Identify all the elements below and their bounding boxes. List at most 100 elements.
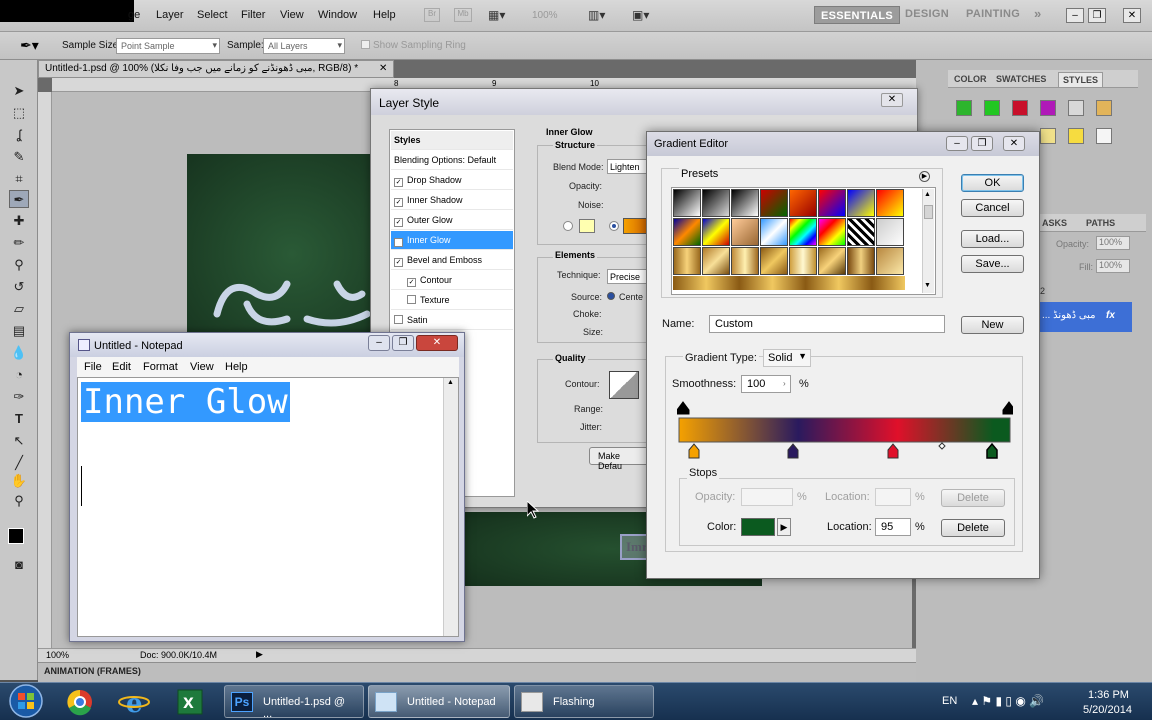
eraser-tool-icon[interactable]: ▱ [9, 300, 29, 318]
style-texture[interactable]: Texture [391, 291, 513, 310]
notepad-menu-help[interactable]: Help [225, 361, 248, 373]
chrome-icon[interactable] [60, 687, 100, 717]
gradient-preset[interactable] [731, 218, 759, 246]
checkbox[interactable]: ✓ [394, 178, 403, 187]
show-ring-checkbox[interactable] [361, 40, 370, 49]
menu-filter[interactable]: Filter [241, 9, 265, 21]
style-inner-shadow[interactable]: ✓ Inner Shadow [391, 191, 513, 210]
gradient-preset[interactable] [731, 247, 759, 275]
gradient-preset[interactable] [876, 189, 904, 217]
notepad-maximize-button[interactable]: ❐ [392, 335, 414, 351]
pen-tool-icon[interactable]: ✑ [9, 388, 29, 406]
gradient-preset[interactable] [818, 247, 846, 275]
gradient-preset[interactable] [847, 247, 875, 275]
move-tool-icon[interactable]: ➤ [9, 82, 29, 100]
layer-style-close-button[interactable]: ✕ [881, 93, 903, 107]
mini-bridge-icon[interactable]: Mb [454, 8, 472, 22]
style-swatch[interactable] [1040, 100, 1056, 116]
color-radio[interactable] [563, 221, 573, 231]
smoothness-arrow-icon[interactable]: › [783, 379, 786, 388]
zoom-tool-icon[interactable]: ⚲ [9, 492, 29, 510]
notepad-scrollbar[interactable]: ▲ [443, 378, 458, 636]
checkbox[interactable]: ✓ [394, 238, 403, 247]
color-stop[interactable] [887, 443, 899, 459]
contour-picker[interactable] [609, 371, 639, 399]
gradient-preset[interactable] [876, 218, 904, 246]
style-swatch[interactable] [1096, 100, 1112, 116]
gradient-type-select[interactable]: Solid ▼ [763, 349, 811, 367]
workspace-painting[interactable]: PAINTING [966, 8, 1020, 20]
checkbox[interactable] [407, 295, 416, 304]
line-tool-icon[interactable]: ╱ [9, 454, 29, 472]
brush-tool-icon[interactable]: ✏ [9, 234, 29, 252]
hand-tool-icon[interactable]: ✋ [9, 472, 29, 490]
crop-tool-icon[interactable]: ⌗ [9, 170, 29, 188]
tab-tasks[interactable]: ASKS [1042, 218, 1067, 228]
notepad-menu-edit[interactable]: Edit [112, 361, 131, 373]
stop-location-input[interactable]: 95 [875, 518, 911, 536]
internet-explorer-icon[interactable]: e [114, 687, 154, 717]
screen-mode-icon[interactable]: ▣▾ [632, 8, 649, 22]
bridge-icon[interactable]: Br [424, 8, 440, 22]
color-stop[interactable] [688, 443, 700, 459]
checkbox[interactable]: ✓ [407, 278, 416, 287]
status-arrow-icon[interactable]: ▶ [256, 649, 263, 660]
gradient-preset[interactable] [876, 247, 904, 275]
source-center-radio[interactable] [607, 292, 615, 300]
gradient-tool-icon[interactable]: ▤ [9, 322, 29, 340]
notepad-menu-format[interactable]: Format [143, 361, 178, 373]
arrange-documents-icon[interactable]: ▥▾ [588, 8, 605, 22]
menu-select[interactable]: Select [197, 9, 228, 21]
blend-mode-select[interactable]: Lighten [607, 159, 647, 174]
gradient-ramp[interactable] [677, 400, 1013, 460]
style-blending-options[interactable]: Blending Options: Default [391, 151, 513, 170]
name-input[interactable]: Custom [709, 315, 945, 333]
opacity-value[interactable]: 100% [1096, 236, 1130, 250]
gradient-preset[interactable] [818, 218, 846, 246]
new-button[interactable]: New [961, 316, 1024, 334]
lasso-tool-icon[interactable]: ʆ [9, 126, 29, 144]
style-drop-shadow[interactable]: ✓ Drop Shadow [391, 171, 513, 190]
gradient-preset[interactable] [789, 247, 817, 275]
ok-button[interactable]: OK [961, 174, 1024, 192]
eyedropper-icon[interactable]: ✒▾ [20, 37, 39, 54]
gradient-preset[interactable] [847, 218, 875, 246]
start-button-icon[interactable] [4, 683, 48, 719]
language-indicator[interactable]: EN [942, 695, 957, 707]
color-menu-arrow-icon[interactable]: ▶ [777, 518, 791, 536]
tab-swatches[interactable]: SWATCHES [996, 74, 1046, 84]
stamp-tool-icon[interactable]: ⚲ [9, 256, 29, 274]
checkbox[interactable]: ✓ [394, 198, 403, 207]
taskbar-notepad-button[interactable]: Untitled - Notepad [368, 685, 510, 718]
workspace-essentials[interactable]: ESSENTIALS [814, 6, 901, 24]
quick-select-tool-icon[interactable]: ✎ [9, 148, 29, 166]
delete-opacity-stop-button[interactable]: Delete [941, 489, 1005, 507]
gradient-preset[interactable] [818, 189, 846, 217]
clock-date[interactable]: 5/20/2014 [1083, 704, 1132, 716]
gradient-preset[interactable] [760, 218, 788, 246]
cancel-button[interactable]: Cancel [961, 199, 1024, 217]
zoom-level[interactable]: 100% [532, 10, 558, 21]
stop-location-input-disabled[interactable] [875, 488, 911, 506]
notepad-menu-view[interactable]: View [190, 361, 214, 373]
style-bevel-emboss[interactable]: ✓ Bevel and Emboss [391, 251, 513, 270]
gradient-preset[interactable] [673, 218, 701, 246]
make-default-button[interactable]: Make Defau [589, 447, 651, 471]
gradient-preset[interactable] [702, 189, 730, 217]
excel-icon[interactable]: X [170, 687, 210, 717]
menu-layer[interactable]: Layer [156, 9, 184, 21]
menu-image[interactable]: ge [128, 9, 140, 21]
gradient-preset[interactable] [847, 189, 875, 217]
notepad-text-area[interactable]: Inner Glow ▲ [77, 377, 459, 637]
style-swatch[interactable] [1068, 100, 1084, 116]
presets-menu-icon[interactable]: ▶ [919, 171, 930, 182]
scroll-up-icon[interactable]: ▲ [924, 191, 931, 198]
color-stop[interactable] [787, 443, 799, 459]
save-button[interactable]: Save... [961, 255, 1024, 273]
scroll-up-icon[interactable]: ▲ [447, 379, 454, 386]
midpoint-diamond[interactable] [938, 442, 946, 450]
document-tab-close-icon[interactable]: ✕ [379, 63, 387, 74]
menu-help[interactable]: Help [373, 9, 396, 21]
gradient-preset[interactable] [702, 247, 730, 275]
dodge-tool-icon[interactable]: ◔ [9, 366, 29, 384]
